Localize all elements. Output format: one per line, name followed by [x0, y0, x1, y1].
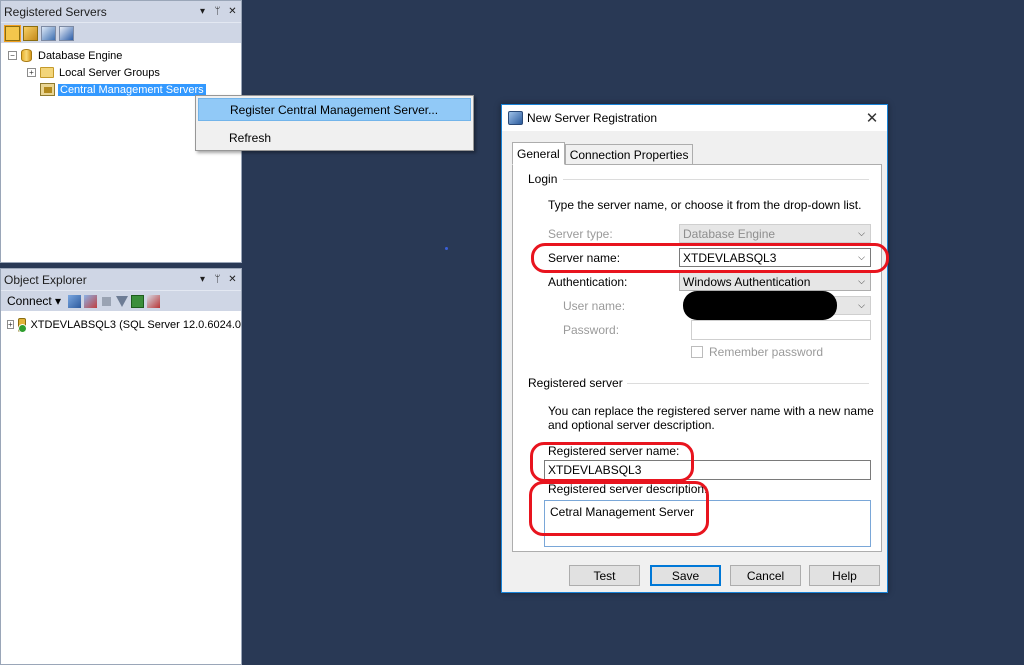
- remember-password-label: Remember password: [709, 345, 824, 359]
- general-tab-page: Login Type the server name, or choose it…: [512, 164, 889, 552]
- server-type-value: Database Engine: [683, 226, 776, 241]
- chevron-down-icon: ⌵: [858, 300, 865, 310]
- close-icon[interactable]: ✕: [226, 6, 239, 17]
- close-icon[interactable]: ✕: [857, 109, 887, 127]
- redaction-blob: [683, 291, 837, 320]
- tree-node-database-engine[interactable]: − Database Engine: [1, 47, 241, 64]
- annotation-oval-registered-name: [530, 442, 694, 482]
- server-type-label: Server type:: [548, 227, 613, 241]
- filter-icon[interactable]: [116, 295, 129, 307]
- database-engine-icon: [21, 49, 32, 62]
- user-name-label: User name:: [563, 299, 626, 313]
- registered-instruction-line2: and optional server description.: [548, 418, 715, 432]
- activity-monitor-icon[interactable]: [147, 294, 161, 308]
- object-explorer-toolbar: Connect ▾: [1, 290, 241, 311]
- registered-servers-title: Registered Servers: [4, 4, 107, 19]
- group-separator: [563, 179, 869, 180]
- chevron-down-icon[interactable]: ⌵: [853, 276, 870, 287]
- cancel-button[interactable]: Cancel: [730, 565, 801, 586]
- menu-item-refresh[interactable]: Refresh: [198, 126, 471, 149]
- registered-server-group-label: Registered server: [528, 376, 627, 390]
- help-button[interactable]: Help: [809, 565, 880, 586]
- tree-node-server[interactable]: + XTDEVLABSQL3 (SQL Server 12.0.6024.0: [7, 316, 241, 333]
- tree-node-label: XTDEVLABSQL3 (SQL Server 12.0.6024.0: [30, 318, 241, 331]
- object-explorer-tree: + XTDEVLABSQL3 (SQL Server 12.0.6024.0: [1, 311, 241, 333]
- tree-node-local-server-groups[interactable]: + Local Server Groups: [1, 64, 241, 81]
- authentication-combo[interactable]: Windows Authentication ⌵: [679, 272, 871, 291]
- window-position-dropdown-icon[interactable]: ▾: [196, 274, 209, 285]
- server-type-combo: Database Engine ⌵: [679, 224, 871, 243]
- group-separator: [617, 383, 869, 384]
- reporting-services-icon[interactable]: [41, 25, 56, 41]
- chevron-down-icon: ⌵: [858, 228, 865, 238]
- integration-services-icon[interactable]: [59, 25, 74, 41]
- new-server-registration-dialog: New Server Registration ✕ General Connec…: [501, 104, 889, 593]
- registered-servers-tree: − Database Engine + Local Server Groups …: [1, 43, 241, 98]
- object-explorer-title-bar: Object Explorer ▾ ᛘ ✕: [1, 269, 241, 290]
- auto-hide-pin-icon[interactable]: ᛘ: [211, 274, 224, 285]
- tree-node-label: Central Management Servers: [58, 83, 206, 96]
- connect-dropdown-button[interactable]: Connect ▾: [7, 294, 61, 308]
- expand-icon[interactable]: +: [7, 320, 14, 329]
- tree-node-label: Local Server Groups: [59, 66, 160, 79]
- stray-pixel: [445, 247, 448, 250]
- password-label: Password:: [563, 323, 620, 337]
- registered-servers-title-bar: Registered Servers ▾ ᛘ ✕: [1, 1, 241, 22]
- registered-instruction-line1: You can replace the registered server na…: [548, 404, 874, 418]
- annotation-oval-description: [529, 481, 709, 536]
- dialog-title-bar: New Server Registration ✕: [502, 105, 887, 131]
- login-group-label: Login: [528, 172, 562, 186]
- stop-icon[interactable]: [102, 296, 112, 306]
- annotation-oval-server-name: [531, 243, 889, 273]
- authentication-label: Authentication:: [548, 275, 628, 289]
- window-position-dropdown-icon[interactable]: ▾: [196, 6, 209, 17]
- save-button[interactable]: Save: [650, 565, 721, 586]
- registered-servers-toolbar: [1, 22, 241, 43]
- menu-separator: [226, 123, 468, 124]
- authentication-value: Windows Authentication: [683, 274, 811, 289]
- object-explorer-title: Object Explorer: [4, 272, 87, 287]
- menu-item-register-central-management-server[interactable]: Register Central Management Server...: [198, 98, 471, 121]
- test-button[interactable]: Test: [569, 565, 640, 586]
- connect-object-explorer-icon[interactable]: [68, 294, 82, 308]
- auto-hide-pin-icon[interactable]: ᛘ: [211, 6, 224, 17]
- tab-connection-properties[interactable]: Connection Properties: [564, 144, 694, 165]
- dialog-title: New Server Registration: [527, 111, 658, 125]
- dialog-tabs: General Connection Properties: [512, 142, 694, 165]
- central-management-server-icon: [40, 83, 55, 96]
- tab-general[interactable]: General: [512, 142, 565, 165]
- collapse-icon[interactable]: −: [8, 51, 17, 60]
- refresh-icon[interactable]: [131, 294, 145, 308]
- expand-icon[interactable]: +: [27, 68, 36, 77]
- folder-icon: [40, 67, 54, 78]
- tree-node-label: Database Engine: [38, 49, 123, 62]
- server-connected-icon: [17, 317, 28, 333]
- disconnect-icon[interactable]: [84, 294, 98, 308]
- object-explorer-panel: Object Explorer ▾ ᛘ ✕ Connect ▾ + XTDEVL…: [0, 268, 242, 665]
- password-field: [691, 320, 871, 340]
- context-menu: Register Central Management Server... Re…: [195, 95, 474, 151]
- database-engine-icon[interactable]: [4, 24, 21, 42]
- close-icon[interactable]: ✕: [226, 274, 239, 285]
- login-instruction: Type the server name, or choose it from …: [548, 198, 862, 212]
- analysis-services-icon[interactable]: [23, 25, 38, 41]
- server-registration-icon: [508, 111, 523, 125]
- remember-password-checkbox: [691, 346, 703, 358]
